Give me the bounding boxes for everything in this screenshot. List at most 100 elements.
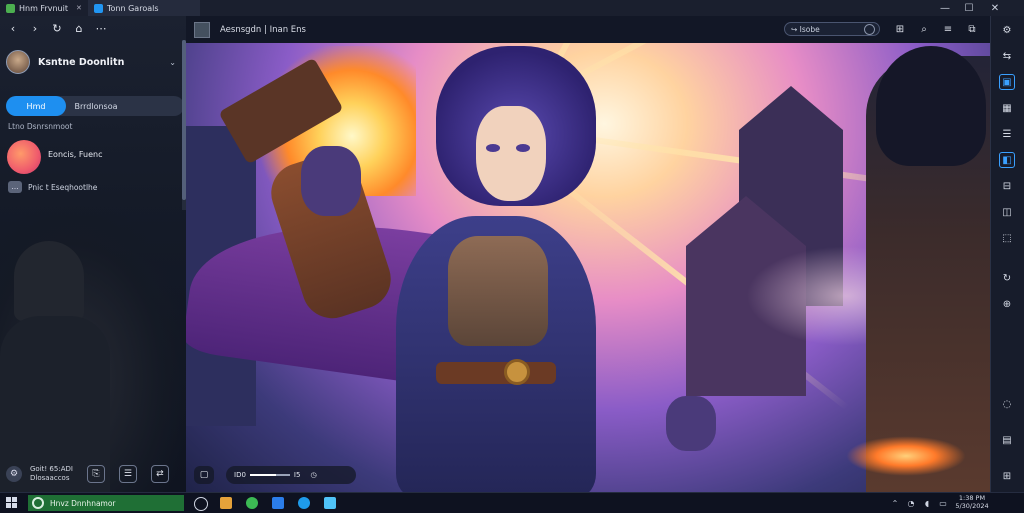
browser-icon[interactable] <box>246 497 258 509</box>
avatar <box>6 50 30 74</box>
menu-button[interactable]: ☰ <box>118 465 137 483</box>
viewer-search-input[interactable]: ↪ Isobe <box>784 22 880 36</box>
taskbar-search-text: Hnvz Dnnhnamor <box>50 498 116 508</box>
search-value: ↪ Isobe <box>791 24 820 34</box>
featured-label[interactable]: Eoncis, Fuenc <box>48 150 103 159</box>
viewer-title: Aesnsgdn | Inan Ens <box>220 24 306 35</box>
settings-icon[interactable]: ⚙ <box>6 466 22 482</box>
sidebar-footer: ⚙ Goit! 65:ADI Dlosaaccos ⎘ ☰ ⇄ <box>0 456 186 492</box>
tab-bookmarks[interactable]: Brrdlonsoa <box>66 96 126 116</box>
list-icon[interactable]: ≡ <box>942 23 954 35</box>
toolbar-expand-icon[interactable]: ⊞ <box>999 468 1015 484</box>
hero-belt <box>436 362 556 384</box>
tab-title: Hnm Frvnuit <box>19 3 68 13</box>
toolbar-swap-icon[interactable]: ⇆ <box>999 48 1015 64</box>
network-icon[interactable]: ◔ <box>906 498 916 508</box>
toolbar-zoom-icon[interactable]: ⊕ <box>999 296 1015 312</box>
clear-search-icon[interactable] <box>864 24 875 35</box>
extensions-icon[interactable]: ⋯ <box>94 21 108 35</box>
background-figure-head <box>14 241 84 321</box>
taskbar-search-input[interactable]: Hnvz Dnnhnamor <box>28 495 184 511</box>
thumbnail-icon[interactable] <box>194 21 210 38</box>
toolbar-split-icon[interactable]: ◧ <box>999 152 1015 168</box>
minimize-button[interactable]: — <box>934 0 956 16</box>
chat-bubble-icon: … <box>8 181 22 193</box>
footer-line-1: Goit! 65:ADI <box>30 465 73 473</box>
file-explorer-icon[interactable] <box>220 497 232 509</box>
toolbar-circle-icon[interactable]: ◌ <box>999 396 1015 412</box>
grid-icon[interactable]: ⊞ <box>894 23 906 35</box>
toolbar-crop-icon[interactable]: ⬚ <box>999 230 1015 246</box>
search-icon[interactable]: ⌕ <box>918 23 930 35</box>
hero-eye <box>486 144 500 152</box>
photos-icon[interactable] <box>324 497 336 509</box>
viewer-header: Aesnsgdn | Inan Ens ↪ Isobe ⊞ ⌕ ≡ ⧉ <box>186 16 990 43</box>
search-icon <box>32 497 44 509</box>
home-icon[interactable]: ⌂ <box>72 21 86 35</box>
toolbar-grid-icon[interactable]: ▦ <box>999 100 1015 116</box>
edge-icon[interactable] <box>298 497 310 509</box>
sidebar-tab-bar: Hmd Brrdlonsoa <box>6 96 184 116</box>
playback-progress <box>249 474 276 476</box>
maximize-button[interactable]: ☐ <box>958 0 980 16</box>
profile-switcher[interactable]: Ksntne Doonlitn ⌄ <box>6 49 182 75</box>
tab-home[interactable]: Hmd <box>6 96 66 116</box>
swap-button[interactable]: ⇄ <box>150 465 169 483</box>
hero-fist <box>666 396 716 451</box>
toolbar-collapse-icon[interactable]: ⊟ <box>999 178 1015 194</box>
hero-belt-buckle <box>504 359 530 385</box>
toolbar-list-icon[interactable]: ☰ <box>999 126 1015 142</box>
task-view-icon[interactable] <box>194 497 208 511</box>
chat-text: Pnic t Eseqhootlhe <box>28 182 98 192</box>
toolbar-frame-icon[interactable]: ▣ <box>999 74 1015 90</box>
store-icon[interactable] <box>272 497 284 509</box>
profile-name: Ksntne Doonlitn <box>38 56 125 68</box>
tab-title: Tonn Garoals <box>107 3 159 13</box>
featured-avatar[interactable] <box>7 140 41 174</box>
chevron-up-icon[interactable]: ⌃ <box>890 498 900 508</box>
playback-time: ID0 <box>234 471 246 479</box>
toolbar-panel-icon[interactable]: ◫ <box>999 204 1015 220</box>
right-toolbar: ⚙ ⇆ ▣ ▦ ☰ ◧ ⊟ ◫ ⬚ ↻ ⊕ ◌ ▤ ⊞ <box>990 16 1024 492</box>
close-button[interactable]: ✕ <box>984 0 1006 16</box>
footer-status: Goit! 65:ADI Dlosaaccos <box>30 465 73 483</box>
copy-button[interactable]: ⎘ <box>86 465 105 483</box>
hero-armor <box>448 236 548 346</box>
refresh-icon[interactable]: ↻ <box>50 21 64 35</box>
toolbar-rotate-icon[interactable]: ↻ <box>999 270 1015 286</box>
frame-button[interactable]: ▢ <box>194 466 214 484</box>
navigation-row: ‹ › ↻ ⌂ ⋯ <box>0 16 186 40</box>
left-sidebar: ‹ › ↻ ⌂ ⋯ Ksntne Doonlitn ⌄ Hmd Brrdlons… <box>0 16 186 492</box>
tab-favicon-icon <box>6 3 15 13</box>
hero-face <box>476 106 546 201</box>
windows-start-icon[interactable] <box>6 497 18 509</box>
hero-eye <box>516 144 530 152</box>
playback-slider[interactable] <box>249 474 290 476</box>
chat-item[interactable]: … Pnic t Eseqhootlhe <box>8 180 184 194</box>
title-bar: Hnm Frvnuit ✕ Tonn Garoals — ☐ ✕ <box>0 0 1024 17</box>
taskbar-clock[interactable]: 1:38 PM 5/30/2024 <box>952 494 992 510</box>
section-label: Ltno Dsnrsnmoot <box>8 122 73 131</box>
playback-speed: I5 <box>293 471 301 479</box>
chevron-down-icon: ⌄ <box>169 57 176 67</box>
toolbar-settings-icon[interactable]: ⚙ <box>999 22 1015 38</box>
tab-close-icon[interactable]: ✕ <box>76 4 82 12</box>
hero-fist <box>301 146 361 216</box>
browser-tab-2[interactable]: Tonn Garoals <box>88 0 200 16</box>
clock-date: 5/30/2024 <box>955 502 989 510</box>
window-icon[interactable]: ⧉ <box>966 23 978 35</box>
playback-bar: ID0 I5 ◷ <box>226 466 356 484</box>
image-viewer: ▢ ID0 I5 ◷ <box>186 16 990 492</box>
back-icon[interactable]: ‹ <box>6 21 20 35</box>
toolbar-layers-icon[interactable]: ▤ <box>999 432 1015 448</box>
footer-line-2: Dlosaaccos <box>30 474 70 482</box>
sparks <box>846 436 966 476</box>
battery-icon[interactable]: ▭ <box>938 498 948 508</box>
foreground-figure-hair <box>876 46 986 166</box>
clock-time: 1:38 PM <box>958 494 986 502</box>
forward-icon[interactable]: › <box>28 21 42 35</box>
rate-icon[interactable]: ◷ <box>310 471 316 479</box>
volume-icon[interactable]: ◖ <box>922 498 932 508</box>
browser-tab-1[interactable]: Hnm Frvnuit ✕ <box>0 0 98 16</box>
tab-favicon-icon <box>94 3 103 13</box>
